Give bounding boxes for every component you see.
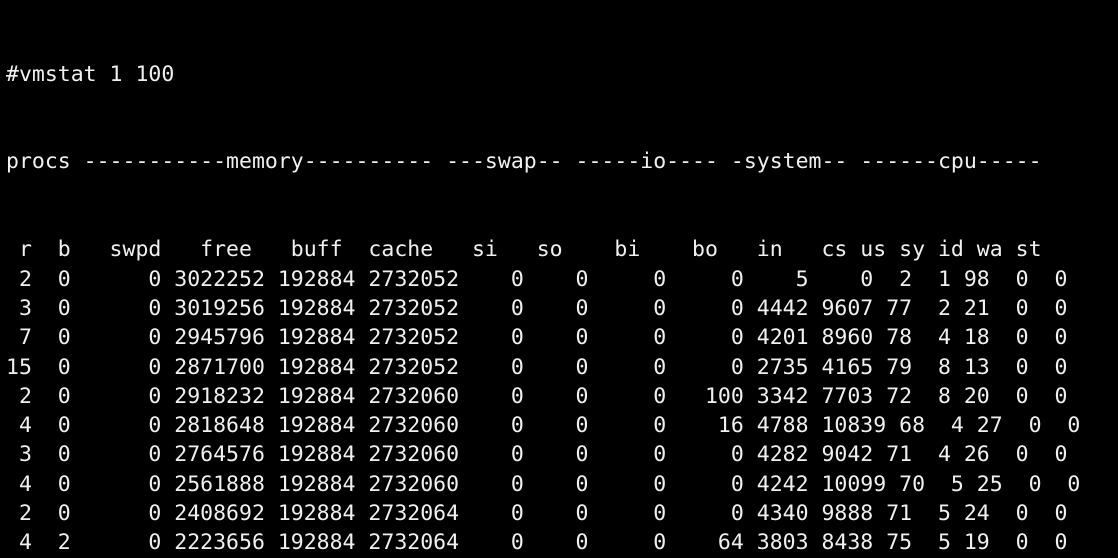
- vmstat-row: 15 0 0 2871700 192884 2732052 0 0 0 0 27…: [6, 353, 1118, 382]
- vmstat-row: 2 0 0 3022252 192884 2732052 0 0 0 0 5 0…: [6, 265, 1118, 294]
- vmstat-row: 4 0 0 2561888 192884 2732060 0 0 0 0 424…: [6, 470, 1118, 499]
- vmstat-row: 4 0 0 2818648 192884 2732060 0 0 0 16 47…: [6, 411, 1118, 440]
- vmstat-row: 4 2 0 2223656 192884 2732064 0 0 0 64 38…: [6, 528, 1118, 557]
- vmstat-row: 2 0 0 2918232 192884 2732060 0 0 0 100 3…: [6, 382, 1118, 411]
- terminal-window[interactable]: #vmstat 1 100 procs -----------memory---…: [0, 0, 1118, 558]
- vmstat-group-header: procs -----------memory---------- ---swa…: [6, 147, 1118, 176]
- vmstat-row: 2 0 0 2408692 192884 2732064 0 0 0 0 434…: [6, 499, 1118, 528]
- vmstat-column-headers: r b swpd free buff cache si so bi bo in …: [6, 235, 1118, 264]
- vmstat-row: 7 0 0 2945796 192884 2732052 0 0 0 0 420…: [6, 323, 1118, 352]
- terminal-command-line: #vmstat 1 100: [6, 60, 1118, 89]
- vmstat-row: 3 0 0 3019256 192884 2732052 0 0 0 0 444…: [6, 294, 1118, 323]
- vmstat-row: 3 0 0 2764576 192884 2732060 0 0 0 0 428…: [6, 440, 1118, 469]
- vmstat-output: r b swpd free buff cache si so bi bo in …: [6, 235, 1118, 558]
